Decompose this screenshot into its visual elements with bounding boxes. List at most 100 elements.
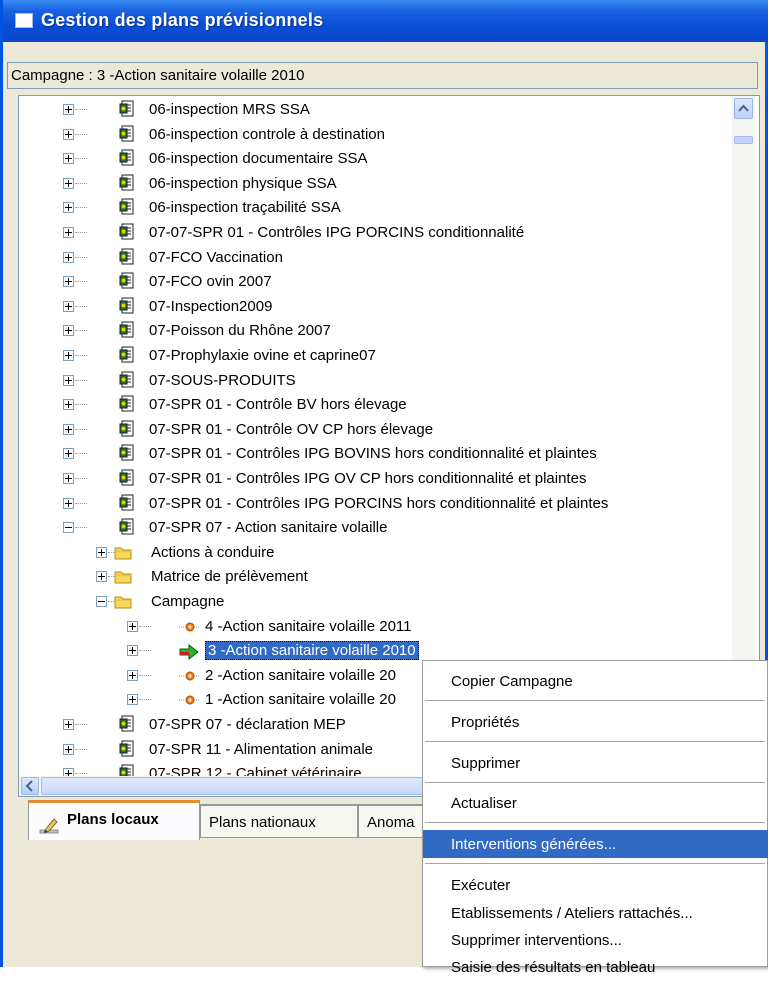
expand-icon[interactable] (63, 497, 74, 509)
menu-item-label: Interventions générées... (451, 836, 617, 853)
expand-icon[interactable] (96, 546, 107, 558)
tab-plans-nationaux[interactable]: Plans nationaux (200, 804, 358, 838)
title-bar[interactable]: Gestion des plans prévisionnels (3, 0, 768, 42)
menu-item[interactable]: Supprimer (423, 749, 768, 777)
tree-item[interactable]: 06-inspection controle à destination (19, 124, 759, 148)
tree-item[interactable]: 07-SPR 01 - Contrôle OV CP hors élevage (19, 419, 759, 443)
tree-item-label: 07-Prophylaxie ovine et caprine07 (149, 347, 376, 364)
expand-icon[interactable] (127, 620, 138, 632)
collapse-icon[interactable] (96, 596, 107, 607)
window-icon (15, 13, 33, 28)
horizontal-scrollbar[interactable] (19, 776, 433, 796)
tree-connector (75, 379, 87, 381)
expand-icon[interactable] (127, 645, 138, 657)
expand-icon[interactable] (63, 374, 74, 386)
tree-item-label: 06-inspection physique SSA (149, 174, 337, 192)
tree-item-label: 07-SPR 07 - déclaration MEP (149, 716, 346, 733)
tree-item-label: 07-07-SPR 01 - Contrôles IPG PORCINS con… (149, 224, 525, 241)
menu-separator (425, 822, 765, 823)
window-title: Gestion des plans prévisionnels (41, 10, 324, 30)
menu-item-label: Etablissements / Ateliers rattachés... (451, 905, 693, 922)
expand-icon[interactable] (63, 350, 74, 361)
tree-campaign[interactable]: 4 -Action sanitaire volaille 2011 (19, 616, 759, 640)
tree-item[interactable]: 07-SPR 01 - Contrôle BV hors élevage (19, 394, 759, 418)
tree-item-label: 06-inspection controle à destination (149, 125, 385, 143)
expand-icon[interactable] (63, 276, 74, 288)
expand-icon[interactable] (63, 153, 74, 165)
scroll-thumb[interactable] (734, 136, 753, 144)
tree-connector (75, 773, 87, 775)
expand-icon[interactable] (127, 694, 138, 706)
menu-item[interactable]: Exécuter (423, 871, 768, 899)
expand-icon[interactable] (63, 719, 74, 730)
menu-item[interactable]: Supprimer interventions... (423, 926, 768, 954)
tree-item[interactable]: 07-07-SPR 01 - Contrôles IPG PORCINS con… (19, 222, 759, 246)
collapse-icon[interactable] (63, 522, 74, 534)
expand-icon[interactable] (63, 251, 74, 263)
scroll-up-button[interactable] (734, 98, 753, 119)
expand-icon[interactable] (63, 473, 74, 484)
tree-item[interactable]: 07-Poisson du Rhône 2007 (19, 320, 759, 344)
menu-item[interactable]: Actualiser (423, 789, 768, 817)
expand-icon[interactable] (63, 423, 74, 435)
expand-icon[interactable] (63, 399, 74, 411)
tree-item[interactable]: 06-inspection traçabilité SSA (19, 197, 759, 221)
tree-connector (75, 404, 87, 406)
tree-item[interactable]: 06-inspection documentaire SSA (19, 148, 759, 172)
tree-item[interactable]: 07-Prophylaxie ovine et caprine07 (19, 345, 759, 369)
menu-item[interactable]: Saisie des résultats en tableau (423, 953, 768, 981)
expand-icon[interactable] (96, 571, 107, 583)
expand-icon[interactable] (63, 227, 74, 238)
expand-icon[interactable] (63, 128, 74, 140)
expand-icon[interactable] (63, 300, 74, 312)
menu-separator (425, 782, 765, 783)
expand-icon[interactable] (63, 177, 74, 189)
tree-connector (75, 453, 87, 455)
menu-item[interactable]: Propriétés (423, 708, 768, 736)
tab-label: Plans nationaux (209, 814, 316, 831)
tree-connector (75, 256, 87, 258)
current-campaign-arrow-icon (179, 644, 199, 661)
tree-folder[interactable]: Campagne (19, 591, 759, 615)
tree-item-label: 3 -Action sanitaire volaille 2010 (205, 641, 419, 661)
tree-item[interactable]: 07-SPR 01 - Contrôles IPG BOVINS hors co… (19, 443, 759, 467)
tree-connector (75, 281, 87, 283)
tree-item[interactable]: 06-inspection physique SSA (19, 173, 759, 197)
tree-item-label: Matrice de prélèvement (151, 568, 308, 586)
expand-icon[interactable] (63, 448, 74, 460)
expand-icon[interactable] (63, 202, 74, 214)
tree-folder[interactable]: Actions à conduire (19, 542, 759, 566)
tree-item[interactable]: 07-SPR 07 - Action sanitaire volaille (19, 517, 759, 541)
tree-folder[interactable]: Matrice de prélèvement (19, 566, 759, 590)
tree-connector (75, 109, 87, 110)
tree-item-label: 06-inspection traçabilité SSA (149, 199, 341, 217)
expand-icon[interactable] (63, 104, 74, 115)
tree-item-label: 07-SPR 01 - Contrôles IPG PORCINS hors c… (149, 494, 609, 512)
tab-plans-locaux[interactable]: Plans locaux (28, 800, 200, 840)
tree-item[interactable]: 07-SPR 01 - Contrôles IPG PORCINS hors c… (19, 493, 759, 517)
tree-item[interactable]: 07-FCO ovin 2007 (19, 271, 759, 295)
expand-icon[interactable] (127, 669, 138, 681)
chevron-up-icon (738, 104, 749, 112)
tree-connector (139, 650, 151, 652)
menu-item[interactable]: Interventions générées... (423, 830, 768, 858)
tab-label: Anoma (367, 814, 415, 831)
scroll-left-button[interactable] (21, 777, 39, 795)
tree-item[interactable]: 07-SPR 01 - Contrôles IPG OV CP hors con… (19, 468, 759, 492)
tree-item[interactable]: 07-SOUS-PRODUITS (19, 370, 759, 394)
tree-item[interactable]: 07-FCO Vaccination (19, 247, 759, 271)
tree-connector (75, 182, 87, 184)
plan-document-icon (119, 420, 135, 439)
menu-item[interactable]: Etablissements / Ateliers rattachés... (423, 899, 768, 927)
plan-document-icon (119, 371, 135, 390)
horizontal-scroll-thumb[interactable] (41, 777, 433, 795)
tree-item[interactable]: 07-Inspection2009 (19, 296, 759, 320)
plan-document-icon (119, 272, 135, 291)
tree-item-label: Campagne (151, 593, 225, 610)
menu-item[interactable]: Copier Campagne (423, 667, 768, 695)
tree-item[interactable]: 06-inspection MRS SSA (19, 99, 759, 123)
tree-item-label: 07-SPR 07 - Action sanitaire volaille (149, 519, 388, 537)
expand-icon[interactable] (63, 325, 74, 337)
expand-icon[interactable] (63, 743, 74, 755)
plan-document-icon (119, 149, 135, 168)
